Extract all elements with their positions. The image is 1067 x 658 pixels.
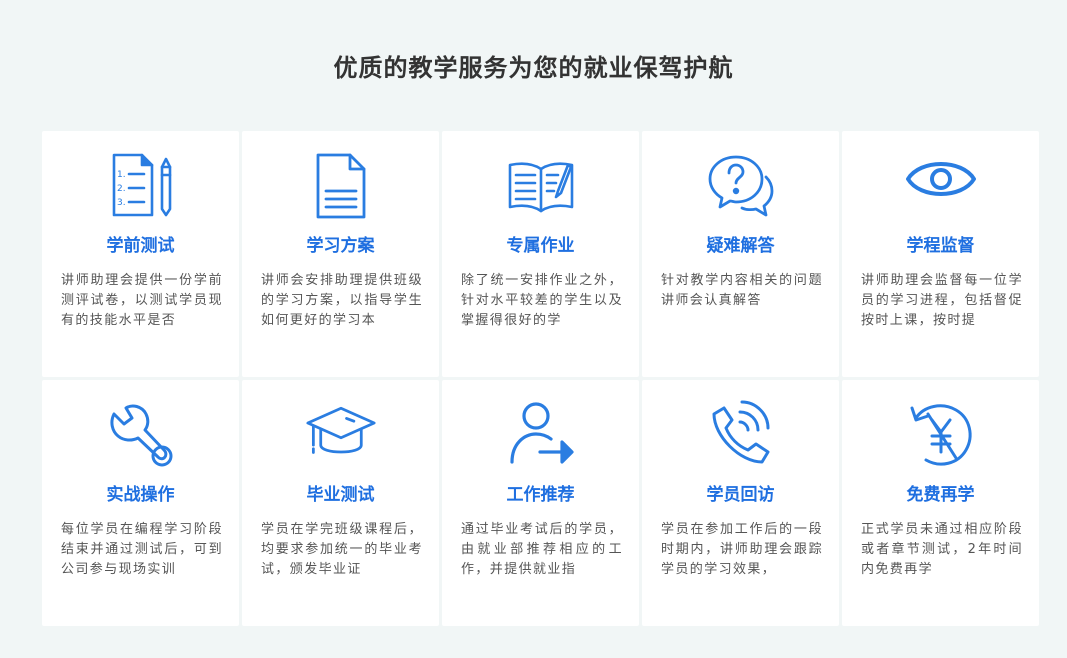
open-book-icon xyxy=(506,151,576,221)
phone-call-icon xyxy=(706,400,776,470)
service-card-pretest[interactable]: 1. 2. 3. 学前测试 讲师助理会提供一份学前测评试卷，以测试学员现有的技能… xyxy=(42,131,239,377)
service-grid: 1. 2. 3. 学前测试 讲师助理会提供一份学前测评试卷，以测试学员现有的技能… xyxy=(42,131,1040,626)
card-description: 针对教学内容相关的问题讲师会认真解答 xyxy=(661,273,823,308)
card-description: 学员在学完班级课程后，均要求参加统一的毕业考试，颁发毕业证 xyxy=(261,522,423,577)
card-description: 学员在参加工作后的一段时期内，讲师助理会跟踪学员的学习效果， xyxy=(661,522,823,577)
svg-text:1.: 1. xyxy=(117,170,126,180)
yen-refresh-icon xyxy=(906,400,976,470)
card-title: 毕业测试 xyxy=(306,485,375,505)
service-card-follow-up[interactable]: 学员回访 学员在参加工作后的一段时期内，讲师助理会跟踪学员的学习效果， xyxy=(642,380,839,626)
card-description: 讲师会安排助理提供班级的学习方案，以指导学生如何更好的学习本 xyxy=(261,273,423,328)
card-title: 实战操作 xyxy=(106,485,175,505)
service-card-supervision[interactable]: 学程监督 讲师助理会监督每一位学员的学习进程，包括督促按时上课，按时提 xyxy=(842,131,1039,377)
card-title: 学员回访 xyxy=(706,485,775,505)
test-paper-icon: 1. 2. 3. xyxy=(106,151,176,221)
section-title: 优质的教学服务为您的就业保驾护航 xyxy=(333,54,734,82)
card-title: 学习方案 xyxy=(306,236,375,256)
card-title: 专属作业 xyxy=(506,236,575,256)
service-card-graduation[interactable]: 毕业测试 学员在学完班级课程后，均要求参加统一的毕业考试，颁发毕业证 xyxy=(242,380,439,626)
service-card-practice[interactable]: 实战操作 每位学员在编程学习阶段结束并通过测试后，可到公司参与现场实训 xyxy=(42,380,239,626)
svg-text:2.: 2. xyxy=(117,184,126,194)
user-arrow-icon xyxy=(506,400,576,470)
card-title: 工作推荐 xyxy=(506,485,575,505)
document-icon xyxy=(306,151,376,221)
card-description: 除了统一安排作业之外，针对水平较差的学生以及掌握得很好的学 xyxy=(461,273,623,328)
card-description: 正式学员未通过相应阶段或者章节测试，2年时间内免费再学 xyxy=(861,522,1023,577)
card-title: 学程监督 xyxy=(906,236,975,256)
service-card-homework[interactable]: 专属作业 除了统一安排作业之外，针对水平较差的学生以及掌握得很好的学 xyxy=(442,131,639,377)
service-card-study-plan[interactable]: 学习方案 讲师会安排助理提供班级的学习方案，以指导学生如何更好的学习本 xyxy=(242,131,439,377)
graduation-cap-icon xyxy=(305,400,376,470)
card-title: 疑难解答 xyxy=(706,236,775,256)
card-title: 学前测试 xyxy=(106,236,175,256)
question-chat-icon xyxy=(706,151,776,221)
card-description: 通过毕业考试后的学员，由就业部推荐相应的工作，并提供就业指 xyxy=(461,522,623,577)
card-description: 每位学员在编程学习阶段结束并通过测试后，可到公司参与现场实训 xyxy=(61,522,223,577)
eye-icon xyxy=(905,151,976,221)
card-description: 讲师助理会监督每一位学员的学习进程，包括督促按时上课，按时提 xyxy=(861,273,1023,328)
service-card-qa[interactable]: 疑难解答 针对教学内容相关的问题讲师会认真解答 xyxy=(642,131,839,377)
svg-text:3.: 3. xyxy=(117,198,126,208)
card-description: 讲师助理会提供一份学前测评试卷，以测试学员现有的技能水平是否 xyxy=(61,273,223,328)
service-card-job-referral[interactable]: 工作推荐 通过毕业考试后的学员，由就业部推荐相应的工作，并提供就业指 xyxy=(442,380,639,626)
wrench-icon xyxy=(106,400,176,470)
card-title: 免费再学 xyxy=(906,485,975,505)
service-card-free-retake[interactable]: 免费再学 正式学员未通过相应阶段或者章节测试，2年时间内免费再学 xyxy=(842,380,1039,626)
